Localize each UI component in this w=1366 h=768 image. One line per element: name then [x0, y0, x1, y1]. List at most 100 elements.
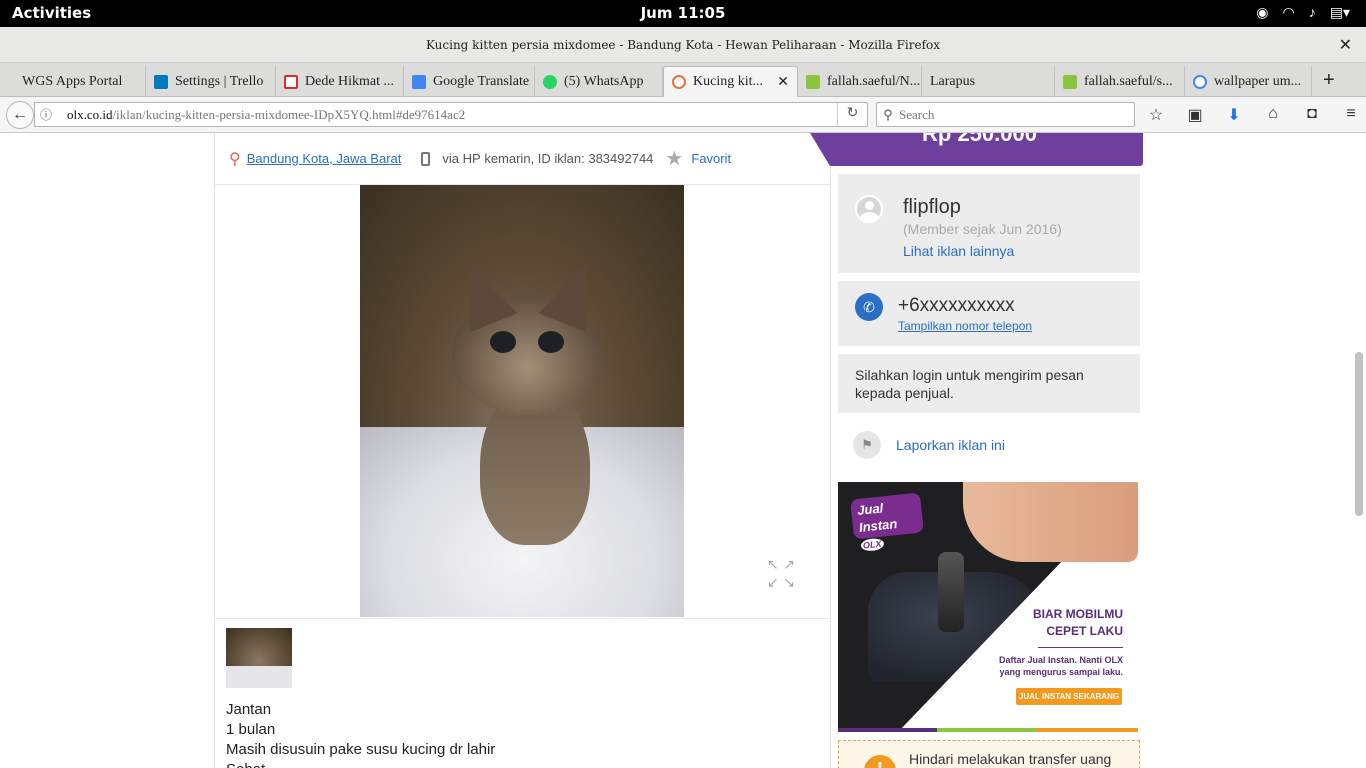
warning-icon: ! — [864, 755, 896, 768]
tab-google-translate[interactable]: Google Translate — [404, 66, 535, 97]
menu-icon[interactable]: ≡ — [1341, 105, 1361, 125]
kitten-eye — [490, 331, 516, 353]
listing-photo[interactable] — [360, 185, 684, 617]
search-placeholder: Search — [899, 106, 935, 122]
window-title-bar: Kucing kitten persia mixdomee - Bandung … — [0, 27, 1366, 63]
downloads-icon[interactable]: ⬇ — [1224, 105, 1244, 125]
tab-label: Kucing kit... — [693, 74, 763, 89]
location-link[interactable]: Bandung Kota, Jawa Barat — [247, 151, 402, 166]
url-domain: olx.co.id — [67, 106, 113, 122]
search-input[interactable]: ⚲ Search — [876, 102, 1135, 127]
google-translate-icon — [412, 74, 426, 89]
favorite-star-icon[interactable]: ★ — [665, 146, 683, 171]
phone-icon: ✆ — [855, 293, 883, 321]
home-icon[interactable]: ⌂ — [1263, 105, 1283, 125]
jual-instan-logo: Jual Instan OLX — [850, 492, 924, 552]
search-icon: ⚲ — [883, 106, 893, 122]
page-content: ⚲ Bandung Kota, Jawa Barat via HP kemari… — [0, 133, 1366, 768]
location-pin-icon: ⚲ — [229, 150, 241, 168]
avatar — [855, 195, 883, 223]
gitlab-icon — [1063, 74, 1077, 89]
price-banner: Rp 250.000 — [810, 133, 1143, 166]
tab-wallpaper[interactable]: wallpaper um... — [1185, 66, 1312, 97]
scrollbar-thumb[interactable] — [1355, 352, 1363, 516]
navigation-toolbar: ← ⓘ olx.co.id/iklan/kucing-kitten-persia… — [0, 97, 1366, 133]
kitten-eye — [538, 331, 564, 353]
divider — [215, 618, 830, 619]
listing-main: ⚲ Bandung Kota, Jawa Barat via HP kemari… — [214, 133, 831, 768]
tab-label: fallah.saeful/s... — [1084, 73, 1173, 89]
tab-gmail[interactable]: Dede Hikmat ... — [276, 66, 404, 97]
tab-label: Dede Hikmat ... — [305, 73, 395, 89]
olx-logo: OLX — [860, 537, 885, 552]
pocket-icon[interactable]: ◘ — [1302, 105, 1322, 125]
bookmark-star-icon[interactable]: ☆ — [1146, 105, 1166, 125]
whatsapp-icon — [543, 74, 557, 89]
olx-icon — [672, 75, 686, 89]
system-tray[interactable]: ◉ ◠ ♪ ▤▾ — [1256, 4, 1350, 21]
tab-olx-active[interactable]: Kucing kit... ✕ — [663, 66, 798, 97]
description-line: 1 bulan — [226, 721, 276, 738]
description-line: Masih disusuin pake susu kucing dr lahir — [226, 741, 496, 758]
via-label: via HP — [442, 151, 481, 166]
ad-divider — [1038, 647, 1123, 648]
login-message: Silahkan login untuk mengirim pesan kepa… — [855, 367, 1084, 401]
kitten-ear — [446, 257, 518, 333]
show-phone-link[interactable]: Tampilkan nomor telepon — [898, 319, 1032, 333]
ad-cta-button[interactable]: JUAL INSTAN SEKARANG — [1016, 688, 1122, 705]
tab-larapus[interactable]: Larapus — [922, 66, 1055, 97]
tab-label: WGS Apps Portal — [22, 73, 123, 89]
description-line: Sehat — [226, 760, 495, 768]
seller-card: flipflop (Member sejak Jun 2016) Lihat i… — [838, 174, 1140, 273]
ad-stripe — [838, 728, 1138, 732]
kitten-head — [446, 257, 610, 415]
close-tab-icon[interactable]: ✕ — [771, 74, 789, 91]
fullscreen-expand-icon[interactable]: ↖ ↗ ↙ ↘ — [767, 556, 805, 594]
tab-label: Larapus — [930, 73, 976, 89]
login-message-card: Silahkan login untuk mengirim pesan kepa… — [838, 354, 1140, 413]
tab-trello[interactable]: Settings | Trello — [146, 66, 276, 97]
tab-gitlab-1[interactable]: fallah.saeful/N... — [798, 66, 922, 97]
price-value: Rp 250.000 — [922, 133, 1037, 146]
favorite-link[interactable]: Favorit — [691, 151, 731, 166]
flag-icon: ⚑ — [853, 431, 881, 459]
volume-icon: ♪ — [1308, 4, 1316, 20]
gitlab-icon — [806, 74, 820, 89]
member-since: (Member sejak Jun 2016) — [903, 221, 1062, 237]
report-link[interactable]: Laporkan iklan ini — [896, 437, 1005, 453]
reload-icon[interactable]: ↻ — [837, 103, 867, 126]
activities-button[interactable]: Activities — [12, 4, 91, 22]
tab-gitlab-2[interactable]: fallah.saeful/s... — [1055, 66, 1185, 97]
other-ads-link[interactable]: Lihat iklan lainnya — [903, 243, 1014, 259]
mobile-phone-icon — [421, 151, 431, 166]
ad-subtext: Daftar Jual Instan. Nanti OLX yang mengu… — [998, 655, 1123, 677]
posted-info: kemarin, ID iklan: 383492744 — [484, 151, 654, 166]
back-button[interactable]: ← — [6, 101, 34, 129]
seller-name: flipflop — [903, 196, 961, 218]
advertisement-banner[interactable]: Jual Instan OLX BIAR MOBILMU CEPET LAKU … — [838, 482, 1138, 732]
tab-whatsapp[interactable]: (5) WhatsApp — [535, 66, 663, 97]
kitten-ear — [538, 257, 610, 333]
ad-headline: BIAR MOBILMU CEPET LAKU — [1033, 607, 1123, 638]
phone-number: +6xxxxxxxxxx — [898, 295, 1015, 316]
tab-label: fallah.saeful/N... — [827, 73, 921, 89]
close-window-icon[interactable]: ✕ — [1339, 35, 1352, 55]
listing-meta: ⚲ Bandung Kota, Jawa Barat via HP kemari… — [229, 146, 731, 171]
tab-strip: WGS Apps Portal Settings | Trello Dede H… — [0, 63, 1366, 97]
system-clock[interactable]: Jum 11:05 — [0, 4, 1366, 22]
trello-icon — [154, 74, 168, 89]
tab-wgs-apps-portal[interactable]: WGS Apps Portal — [14, 66, 146, 97]
description-line: Jantan — [226, 701, 272, 718]
warning-text: Hindari melakukan transfer uang — [909, 751, 1112, 767]
site-info-icon[interactable]: ⓘ — [35, 106, 57, 123]
window-title: Kucing kitten persia mixdomee - Bandung … — [425, 38, 941, 52]
new-tab-button[interactable]: + — [1323, 69, 1335, 92]
toolbar-buttons: ☆ ▣ ⬇ ⌂ ◘ ≡ — [1146, 105, 1361, 125]
url-bar[interactable]: ⓘ olx.co.id/iklan/kucing-kitten-persia-m… — [34, 102, 868, 127]
google-icon — [1193, 74, 1207, 89]
hand-image — [963, 482, 1138, 562]
photo-thumbnail[interactable] — [226, 628, 292, 688]
car-keys-image — [938, 552, 964, 632]
reading-list-icon[interactable]: ▣ — [1185, 105, 1205, 125]
report-ad[interactable]: ⚑ Laporkan iklan ini — [838, 426, 1140, 466]
